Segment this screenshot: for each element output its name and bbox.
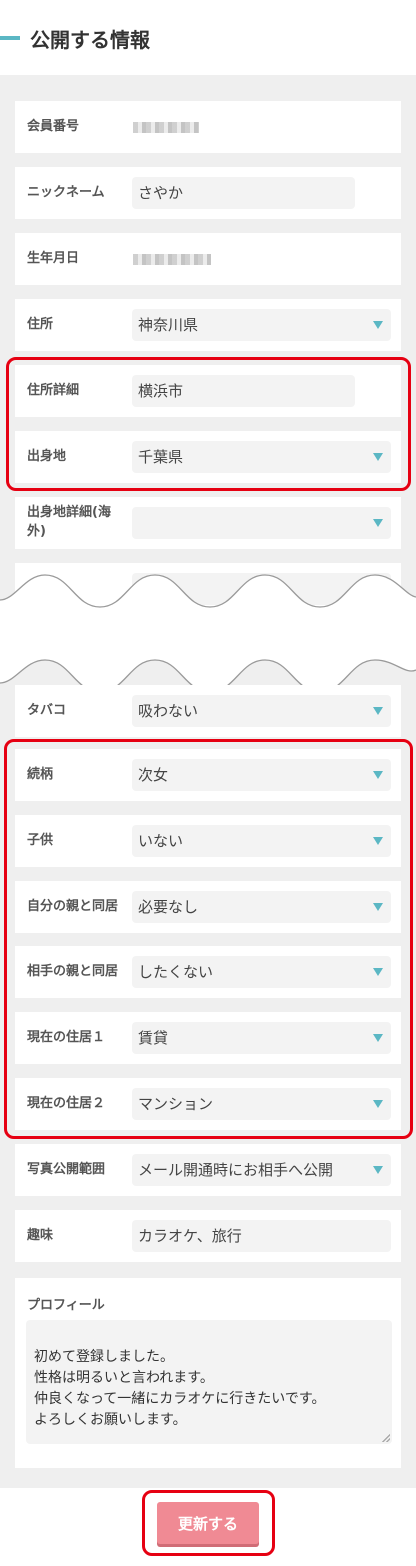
profile-text: 初めて登録しました。 性格は明るいと言われます。 仲良くなって一緒にカラオケに行… <box>34 1349 326 1428</box>
residence-2-label: 現在の住居２ <box>27 1095 106 1111</box>
row-birthplace[interactable]: 出身地 千葉県 <box>15 431 401 483</box>
torn-page-gap <box>0 574 416 693</box>
family-position-label: 続柄 <box>27 766 54 782</box>
chevron-down-icon <box>373 968 383 976</box>
address-detail-label: 住所詳細 <box>27 382 80 398</box>
row-live-with-partner-parents[interactable]: 相手の親と同居 したくない <box>15 946 401 998</box>
tobacco-select[interactable]: 吸わない <box>132 695 391 727</box>
nickname-input[interactable]: さやか <box>132 177 355 209</box>
page-header: 公開する情報 <box>0 0 416 75</box>
row-tobacco[interactable]: タバコ 吸わない <box>15 685 401 737</box>
address-label: 住所 <box>27 316 54 332</box>
row-birthplace-detail[interactable]: 出身地詳細(海外) <box>15 497 401 549</box>
address-select[interactable]: 神奈川県 <box>132 309 391 341</box>
masked-birthdate <box>133 254 211 265</box>
live-with-partner-parents-value: したくない <box>138 963 214 981</box>
row-live-with-own-parents[interactable]: 自分の親と同居 必要なし <box>15 881 401 933</box>
family-position-select[interactable]: 次女 <box>132 759 391 791</box>
row-family-position[interactable]: 続柄 次女 <box>15 749 401 801</box>
photo-visibility-value: メール開通時にお相手へ公開 <box>138 1161 334 1179</box>
page-title: 公開する情報 <box>30 28 150 52</box>
update-button[interactable]: 更新する <box>157 1502 259 1544</box>
chevron-down-icon <box>373 837 383 845</box>
photo-visibility-select[interactable]: メール開通時にお相手へ公開 <box>132 1154 391 1186</box>
profile-textarea[interactable]: 初めて登録しました。 性格は明るいと言われます。 仲良くなって一緒にカラオケに行… <box>26 1320 392 1444</box>
children-select[interactable]: いない <box>132 825 391 857</box>
profile-label: プロフィール <box>27 1298 105 1313</box>
address-detail-input[interactable]: 横浜市 <box>132 375 355 407</box>
chevron-down-icon <box>373 519 383 527</box>
residence-1-select[interactable]: 賃貸 <box>132 1022 391 1054</box>
row-residence-1[interactable]: 現在の住居１ 賃貸 <box>15 1012 401 1064</box>
birthplace-value: 千葉県 <box>138 448 184 466</box>
family-position-value: 次女 <box>138 766 169 784</box>
residence-1-label: 現在の住居１ <box>27 1029 106 1045</box>
residence-2-value: マンション <box>138 1095 214 1113</box>
birthplace-detail-label: 出身地詳細(海外) <box>27 505 111 539</box>
photo-visibility-label: 写真公開範囲 <box>27 1161 106 1177</box>
live-with-own-parents-select[interactable]: 必要なし <box>132 891 391 923</box>
chevron-down-icon <box>373 771 383 779</box>
chevron-down-icon <box>373 707 383 715</box>
nickname-label: ニックネーム <box>27 184 105 200</box>
title-accent-bar <box>0 36 20 40</box>
row-birthdate: 生年月日 <box>15 233 401 285</box>
row-photo-visibility[interactable]: 写真公開範囲 メール開通時にお相手へ公開 <box>15 1144 401 1196</box>
chevron-down-icon <box>373 1034 383 1042</box>
row-residence-2[interactable]: 現在の住居２ マンション <box>15 1078 401 1130</box>
tobacco-value: 吸わない <box>138 702 199 720</box>
row-children[interactable]: 子供 いない <box>15 815 401 867</box>
chevron-down-icon <box>373 321 383 329</box>
chevron-down-icon <box>373 1100 383 1108</box>
birthdate-label: 生年月日 <box>27 250 80 266</box>
tobacco-label: タバコ <box>27 702 67 718</box>
residence-2-select[interactable]: マンション <box>132 1088 391 1120</box>
member-number-label: 会員番号 <box>27 118 80 134</box>
chevron-down-icon <box>373 903 383 911</box>
row-hobby[interactable]: 趣味 カラオケ、旅行 <box>15 1210 401 1262</box>
live-with-own-parents-label: 自分の親と同居 <box>27 898 119 914</box>
hobby-input[interactable]: カラオケ、旅行 <box>132 1220 391 1252</box>
live-with-partner-parents-select[interactable]: したくない <box>132 956 391 988</box>
birthplace-select[interactable]: 千葉県 <box>132 441 391 473</box>
profile-card: プロフィール 初めて登録しました。 性格は明るいと言われます。 仲良くなって一緒… <box>15 1278 401 1468</box>
hobby-label: 趣味 <box>27 1227 54 1243</box>
row-member-number: 会員番号 <box>15 101 401 153</box>
chevron-down-icon <box>373 453 383 461</box>
live-with-partner-parents-label: 相手の親と同居 <box>27 963 119 979</box>
birthplace-label: 出身地 <box>27 448 67 464</box>
chevron-down-icon <box>373 1166 383 1174</box>
row-nickname[interactable]: ニックネーム さやか <box>15 167 401 219</box>
live-with-own-parents-value: 必要なし <box>138 898 199 916</box>
masked-member-number <box>133 122 199 133</box>
resize-handle-icon[interactable] <box>382 1434 390 1442</box>
row-address[interactable]: 住所 神奈川県 <box>15 299 401 351</box>
submit-area: 更新する <box>0 1488 416 1566</box>
address-value: 神奈川県 <box>138 316 199 334</box>
residence-1-value: 賃貸 <box>138 1029 169 1047</box>
birthplace-detail-select[interactable] <box>132 507 391 539</box>
row-address-detail[interactable]: 住所詳細 横浜市 <box>15 365 401 417</box>
children-label: 子供 <box>27 832 54 848</box>
children-value: いない <box>138 832 184 850</box>
